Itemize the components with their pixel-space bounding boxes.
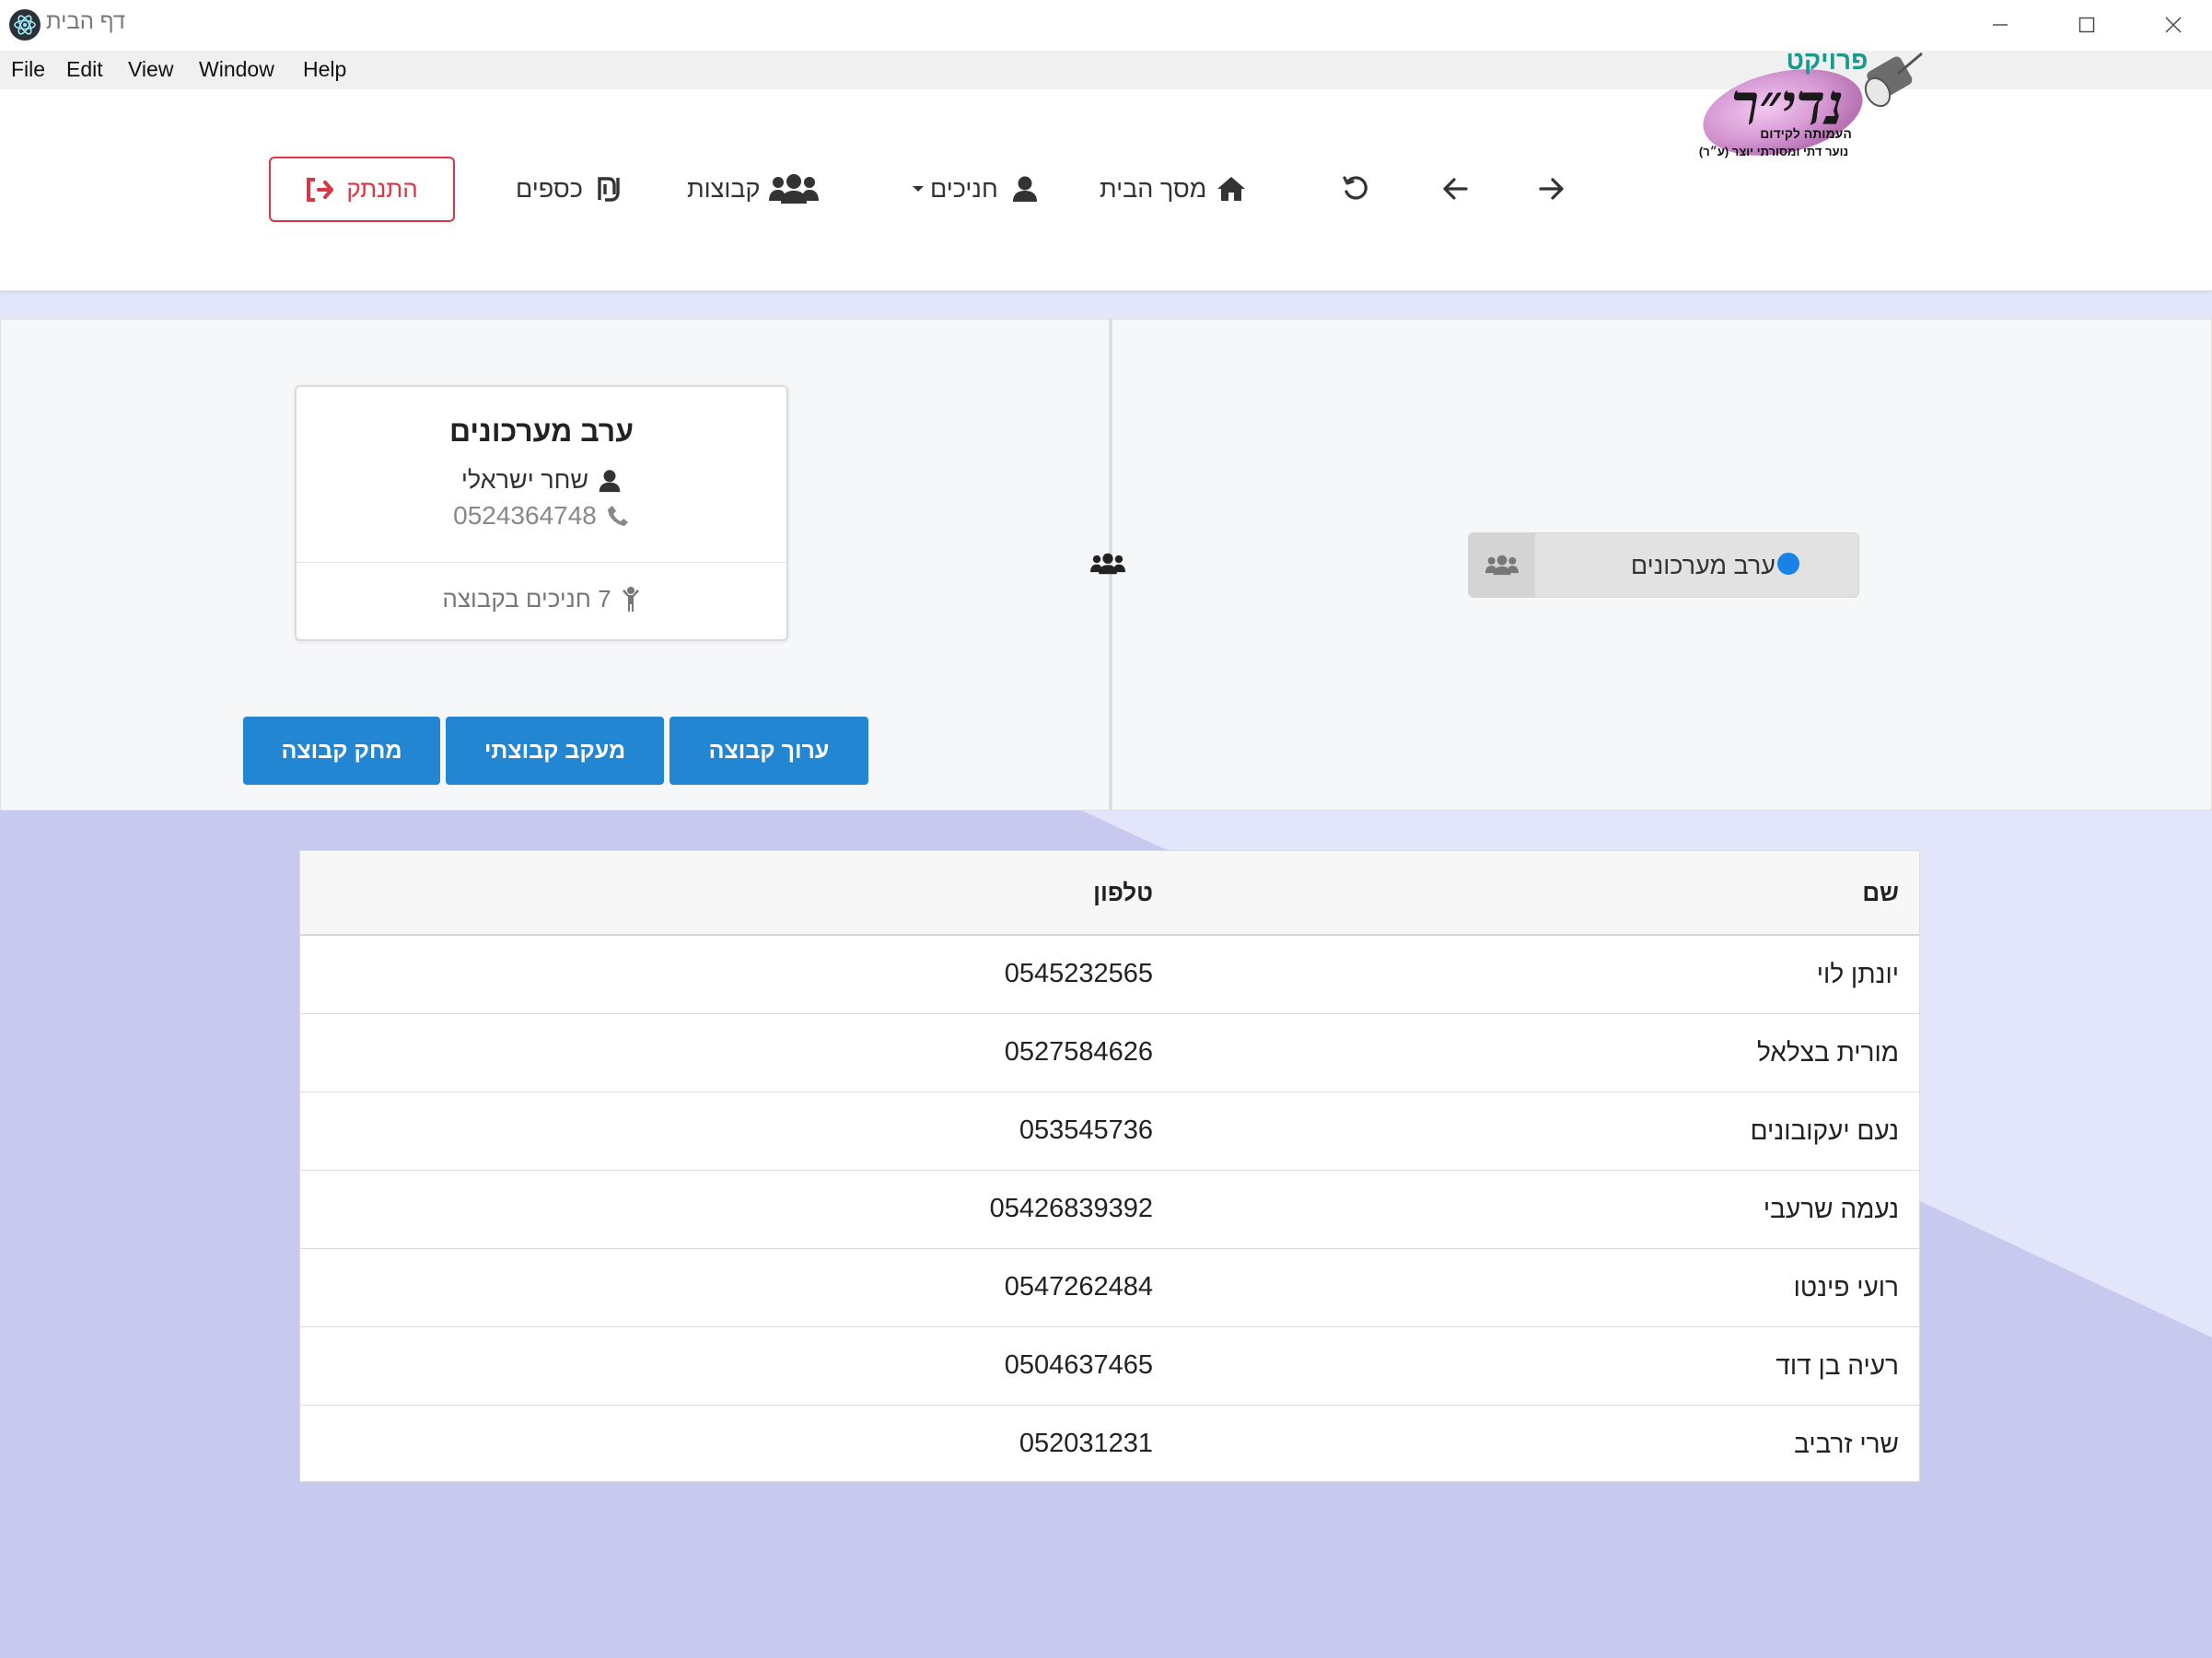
home-icon: [1216, 175, 1247, 203]
sign-out-icon: [306, 177, 334, 202]
user-icon: [598, 469, 622, 493]
shekel-icon: [596, 176, 622, 202]
cell-phone: 052031231: [1019, 1429, 1153, 1458]
table-row[interactable]: נעמה שרעבי 05426839392: [300, 1171, 1919, 1249]
nav-home-label: מסך הבית: [1100, 174, 1207, 203]
forward-button[interactable]: [1538, 166, 1566, 212]
users-icon: [1469, 533, 1535, 597]
table-row[interactable]: שרי זרביב 052031231: [300, 1406, 1919, 1484]
leader-name: שחר ישראלי: [460, 466, 589, 494]
nav-money-label: כספים: [516, 174, 583, 203]
table-row[interactable]: יונתן לוי 0545232565: [300, 936, 1919, 1014]
app-icon: [9, 9, 41, 41]
menu-view[interactable]: View: [128, 57, 173, 82]
table-row[interactable]: נעם יעקובונים 053545736: [300, 1092, 1919, 1171]
card-divider: [297, 562, 786, 563]
logo-line4: נוער דתי ומסורתי יוצר (ע״ר): [1699, 145, 1848, 158]
nav-trainees-label: חניכים: [930, 174, 998, 203]
users-icon: [1090, 553, 1125, 579]
menu-help[interactable]: Help: [303, 57, 346, 82]
close-icon: [2165, 17, 2182, 33]
nav-home[interactable]: מסך הבית: [1100, 166, 1247, 212]
members-text: 7 חניכים בקבוצה: [442, 585, 611, 613]
cell-name: נעמה שרעבי: [1763, 1195, 1899, 1223]
cell-phone: 0547262484: [1004, 1272, 1153, 1302]
group-title: ערב מערכונים: [448, 414, 634, 448]
menu-file[interactable]: File: [11, 57, 45, 82]
edit-group-button[interactable]: ערוך קבוצה: [669, 717, 868, 785]
group-card: ערב מערכונים שחר ישראלי 0524364748 7 חני…: [295, 385, 788, 641]
column-header-name: שם: [1862, 879, 1899, 906]
nav-money[interactable]: כספים: [516, 166, 622, 212]
cell-name: רועי פינטו: [1793, 1273, 1899, 1302]
status-dot: [1777, 553, 1799, 575]
nav-groups[interactable]: קבוצות: [687, 166, 820, 212]
cell-name: מורית בצלאל: [1757, 1038, 1899, 1067]
cell-phone: 053545736: [1019, 1115, 1153, 1145]
cell-phone: 0545232565: [1004, 959, 1153, 988]
window-title: דף הבית: [46, 9, 126, 34]
group-list-item-label: ערב מערכונים: [1630, 552, 1775, 579]
project-logo: פרויקט נדי״ר העמותה לקידום נוער דתי ומסו…: [1691, 37, 1932, 161]
arrow-left-icon: [1443, 178, 1468, 200]
minimize-icon: [1993, 24, 2008, 26]
table-header: שם טלפון: [300, 851, 1919, 936]
delete-group-button[interactable]: מחק קבוצה: [243, 717, 440, 785]
arrow-right-icon: [1539, 178, 1564, 200]
menu-edit[interactable]: Edit: [66, 57, 103, 82]
leader-phone: 0524364748: [453, 501, 597, 530]
logout-button[interactable]: התנתק: [269, 157, 455, 222]
cell-phone: 05426839392: [989, 1194, 1153, 1223]
logout-label: התנתק: [346, 175, 418, 203]
child-icon: [621, 586, 641, 613]
group-phone: 0524364748: [297, 501, 786, 531]
cell-phone: 0527584626: [1004, 1037, 1153, 1067]
column-header-phone: טלפון: [1093, 879, 1153, 906]
cell-name: יונתן לוי: [1816, 960, 1899, 988]
refresh-button[interactable]: [1341, 166, 1370, 212]
back-button[interactable]: [1441, 166, 1469, 212]
group-list-item[interactable]: ערב מערכונים: [1468, 532, 1859, 598]
menu-window[interactable]: Window: [199, 57, 274, 82]
table-row[interactable]: מורית בצלאל 0527584626: [300, 1014, 1919, 1092]
table-row[interactable]: רעיה בן דוד 0504637465: [300, 1327, 1919, 1406]
user-icon: [1011, 175, 1039, 203]
nav-groups-label: קבוצות: [687, 174, 761, 203]
members-table: שם טלפון יונתן לוי 0545232565 מורית בצלא…: [299, 850, 1920, 1482]
maximize-button[interactable]: [2059, 4, 2114, 46]
cell-name: נעם יעקובונים: [1750, 1116, 1899, 1145]
phone-icon: [606, 504, 630, 528]
cell-name: שרי זרביב: [1794, 1430, 1899, 1458]
cell-phone: 0504637465: [1004, 1350, 1153, 1380]
cell-name: רעיה בן דוד: [1775, 1351, 1899, 1380]
minimize-button[interactable]: [1973, 4, 2028, 46]
maximize-icon: [2078, 17, 2095, 33]
caret-down-icon: [912, 184, 925, 193]
undo-icon: [1343, 176, 1368, 200]
table-row[interactable]: רועי פינטו 0547262484: [300, 1249, 1919, 1327]
group-leader: שחר ישראלי: [297, 466, 786, 495]
group-members-count: 7 חניכים בקבוצה: [297, 585, 786, 613]
close-button[interactable]: [2146, 4, 2201, 46]
group-tracking-button[interactable]: מעקב קבוצתי: [446, 717, 664, 785]
users-icon: [769, 173, 820, 204]
logo-line3: העמותה לקידום: [1760, 126, 1852, 141]
nav-trainees-dropdown[interactable]: חניכים: [912, 166, 1039, 212]
